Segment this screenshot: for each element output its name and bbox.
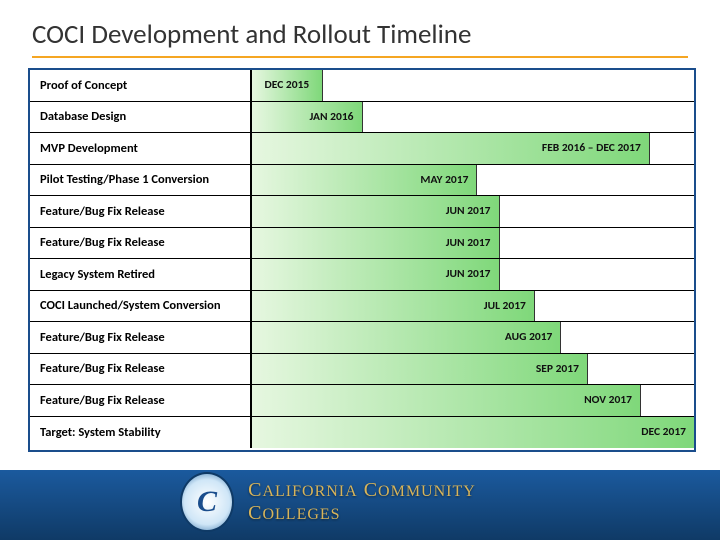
gantt-bar: JAN 2016 xyxy=(252,102,363,133)
row-label: Feature/Bug Fix Release xyxy=(30,228,252,259)
row-label: Pilot Testing/Phase 1 Conversion xyxy=(30,165,252,196)
bar-date: JUN 2017 xyxy=(446,204,491,218)
seal-icon: C xyxy=(180,472,234,532)
timeline-row: Pilot Testing/Phase 1 Conversion MAY 2017 xyxy=(30,165,694,197)
bar-date: DEC 2015 xyxy=(265,78,310,92)
row-label: Feature/Bug Fix Release xyxy=(30,196,252,227)
row-track: JUL 2017 xyxy=(252,291,694,322)
bar-date: FEB 2016 – DEC 2017 xyxy=(542,141,641,155)
row-track: JUN 2017 xyxy=(252,259,694,290)
page-title: COCI Development and Rollout Timeline xyxy=(32,18,471,51)
title-underline xyxy=(32,56,688,58)
row-track: NOV 2017 xyxy=(252,385,694,416)
row-track: FEB 2016 – DEC 2017 xyxy=(252,133,694,164)
gantt-bar: DEC 2015 xyxy=(252,70,323,101)
bar-date: MAY 2017 xyxy=(420,173,468,187)
timeline-row: Target: System Stability DEC 2017 xyxy=(30,417,694,449)
bar-date: AUG 2017 xyxy=(505,330,553,344)
gantt-bar: JUN 2017 xyxy=(252,196,500,227)
bar-date: JAN 2016 xyxy=(309,110,353,124)
gantt-bar: MAY 2017 xyxy=(252,165,477,196)
gantt-bar: JUL 2017 xyxy=(252,291,535,322)
row-label: Database Design xyxy=(30,102,252,133)
row-label: Feature/Bug Fix Release xyxy=(30,322,252,353)
row-track: MAY 2017 xyxy=(252,165,694,196)
timeline-row: Feature/Bug Fix Release AUG 2017 xyxy=(30,322,694,354)
timeline-row: COCI Launched/System Conversion JUL 2017 xyxy=(30,291,694,323)
timeline-row: Legacy System Retired JUN 2017 xyxy=(30,259,694,291)
row-label: Legacy System Retired xyxy=(30,259,252,290)
bar-date: DEC 2017 xyxy=(641,425,686,439)
timeline-row: Proof of Concept DEC 2015 xyxy=(30,70,694,102)
gantt-bar: FEB 2016 – DEC 2017 xyxy=(252,133,650,164)
row-track: DEC 2017 xyxy=(252,417,694,449)
timeline-row: Database Design JAN 2016 xyxy=(30,102,694,134)
timeline-row: MVP Development FEB 2016 – DEC 2017 xyxy=(30,133,694,165)
org-name: CALIFORNIA COMMUNITY COLLEGES xyxy=(248,479,540,525)
timeline-row: Feature/Bug Fix Release NOV 2017 xyxy=(30,385,694,417)
row-track: DEC 2015 xyxy=(252,70,694,101)
gantt-bar: SEP 2017 xyxy=(252,354,588,385)
bar-date: JUN 2017 xyxy=(446,267,491,281)
row-track: JAN 2016 xyxy=(252,102,694,133)
gantt-bar: JUN 2017 xyxy=(252,228,500,259)
timeline-row: Feature/Bug Fix Release JUN 2017 xyxy=(30,228,694,260)
bar-date: JUN 2017 xyxy=(446,236,491,250)
footer-logo: C CALIFORNIA COMMUNITY COLLEGES xyxy=(180,472,540,532)
gantt-bar: DEC 2017 xyxy=(252,417,694,449)
row-label: COCI Launched/System Conversion xyxy=(30,291,252,322)
row-label: Proof of Concept xyxy=(30,70,252,101)
row-track: SEP 2017 xyxy=(252,354,694,385)
row-track: JUN 2017 xyxy=(252,228,694,259)
timeline-row: Feature/Bug Fix Release JUN 2017 xyxy=(30,196,694,228)
timeline-chart: Proof of Concept DEC 2015 Database Design J… xyxy=(28,68,696,452)
bar-date: SEP 2017 xyxy=(536,362,579,376)
bar-date: NOV 2017 xyxy=(584,393,632,407)
gantt-bar: NOV 2017 xyxy=(252,385,641,416)
gantt-bar: JUN 2017 xyxy=(252,259,500,290)
row-label: Feature/Bug Fix Release xyxy=(30,385,252,416)
row-label: Target: System Stability xyxy=(30,417,252,449)
row-track: JUN 2017 xyxy=(252,196,694,227)
timeline-row: Feature/Bug Fix Release SEP 2017 xyxy=(30,354,694,386)
row-label: MVP Development xyxy=(30,133,252,164)
gantt-bar: AUG 2017 xyxy=(252,322,561,353)
row-track: AUG 2017 xyxy=(252,322,694,353)
row-label: Feature/Bug Fix Release xyxy=(30,354,252,385)
bar-date: JUL 2017 xyxy=(484,299,526,313)
slide: COCI Development and Rollout Timeline Pr… xyxy=(0,0,720,540)
